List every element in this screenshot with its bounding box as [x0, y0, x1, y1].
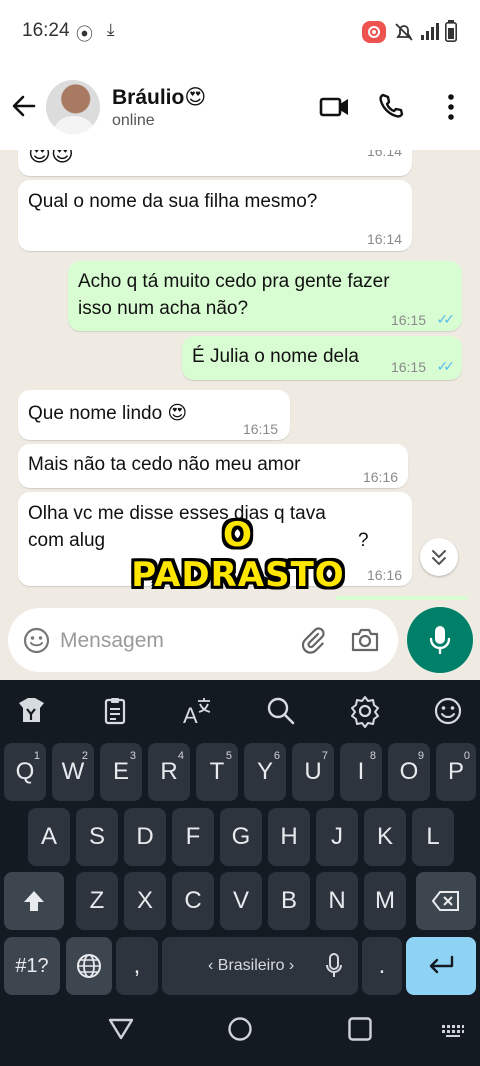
message-input[interactable]: Mensagem [8, 608, 398, 672]
phone-call-icon[interactable] [375, 90, 409, 124]
backspace-key[interactable] [416, 872, 476, 930]
key-a[interactable]: A [28, 808, 70, 866]
message-bubble-incoming[interactable]: 😍😍 16:14 [18, 150, 412, 176]
key-i[interactable]: 8I [340, 743, 382, 801]
read-receipt-icon: ✓✓ [436, 311, 456, 327]
key-h[interactable]: H [268, 808, 310, 866]
mute-bell-icon [395, 23, 413, 41]
battery-icon [445, 20, 457, 42]
scroll-to-bottom-button[interactable] [420, 538, 458, 576]
attach-icon[interactable] [299, 626, 327, 654]
backspace-icon [431, 891, 459, 911]
message-bubble-outgoing[interactable]: Acho q tá muito cedo pra gente fazer iss… [68, 261, 462, 331]
video-call-icon[interactable] [318, 90, 352, 124]
key-w[interactable]: 2W [52, 743, 94, 801]
message-time: 16:15 [242, 421, 278, 437]
avatar[interactable] [46, 80, 100, 134]
gear-icon[interactable] [348, 694, 382, 728]
clipboard-icon[interactable] [98, 694, 132, 728]
message-bubble-incoming[interactable]: Mais não ta cedo não meu amor 16:16 [18, 444, 408, 488]
shift-key[interactable] [4, 872, 64, 930]
read-receipt-icon: ✓✓ [436, 358, 456, 374]
microphone-icon[interactable] [325, 953, 343, 979]
key-z[interactable]: Z [76, 872, 118, 930]
search-icon[interactable] [264, 694, 298, 728]
key-t[interactable]: 5T [196, 743, 238, 801]
message-time: 16:14 [366, 150, 402, 159]
message-bubble-incoming[interactable]: Qual o nome da sua filha mesmo? 16:14 [18, 180, 412, 251]
key-k[interactable]: K [364, 808, 406, 866]
key-y[interactable]: 6Y [244, 743, 286, 801]
enter-arrow-icon [429, 955, 454, 974]
message-bubble-outgoing[interactable]: É Julia o nome dela 16:15 ✓✓ [182, 336, 462, 380]
key-f[interactable]: F [172, 808, 214, 866]
camera-icon[interactable] [350, 627, 380, 653]
signal-icon [421, 23, 439, 40]
key-n[interactable]: N [316, 872, 358, 930]
emoji-icon[interactable] [23, 627, 50, 654]
enter-key[interactable] [406, 937, 476, 995]
key-o[interactable]: 9O [388, 743, 430, 801]
key-u[interactable]: 7U [292, 743, 334, 801]
screen-record-icon: ⦿ [76, 25, 93, 44]
nav-back-icon[interactable] [107, 1016, 135, 1042]
message-placeholder: Mensagem [60, 629, 164, 652]
chat-header: Bráulio😍 online [0, 64, 480, 150]
key-q[interactable]: 1Q [4, 743, 46, 801]
key-g[interactable]: G [220, 808, 262, 866]
translate-icon[interactable]: A [180, 694, 214, 728]
record-indicator-icon [362, 21, 386, 43]
key-j[interactable]: J [316, 808, 358, 866]
key-e[interactable]: 3E [100, 743, 142, 801]
contact-name[interactable]: Bráulio😍 [112, 85, 206, 110]
keyboard: A 1Q 2W 3E 4R 5T 6Y 7U 8I 9O 0P A S D F … [0, 680, 480, 1066]
key-s[interactable]: S [76, 808, 118, 866]
space-bar-label: ‹ Brasileiro › [208, 957, 295, 974]
key-m[interactable]: M [364, 872, 406, 930]
contact-status: online [112, 112, 155, 129]
language-key[interactable] [66, 937, 112, 995]
symbols-key[interactable]: #1? [4, 937, 60, 995]
message-time: 16:15 [390, 359, 426, 375]
key-p[interactable]: 0P [436, 743, 476, 801]
key-r[interactable]: 4R [148, 743, 190, 801]
message-bubble-incoming[interactable]: Que nome lindo 😍 16:15 [18, 390, 290, 440]
key-l[interactable]: L [412, 808, 454, 866]
message-time: 16:16 [366, 567, 402, 583]
nav-recents-icon[interactable] [347, 1016, 373, 1042]
globe-icon [77, 954, 101, 978]
key-b[interactable]: B [268, 872, 310, 930]
status-time: 16:24 [22, 20, 70, 41]
message-time: 16:15 [390, 312, 426, 328]
svg-text:A: A [183, 703, 198, 728]
message-time: 16:14 [366, 231, 402, 247]
download-icon: ⤓ [107, 20, 115, 39]
keyboard-hide-icon[interactable] [441, 1024, 465, 1038]
key-x[interactable]: X [124, 872, 166, 930]
message-time: 16:16 [362, 469, 398, 485]
gboard-settings-icon[interactable] [14, 694, 48, 728]
comma-key[interactable]: , [116, 937, 158, 995]
status-bar: 16:24 ⦿ ⤓ [0, 0, 480, 64]
emoji-icon[interactable] [431, 694, 465, 728]
heart-eyes-emoji: 😍 [184, 86, 207, 109]
voice-message-button[interactable] [407, 607, 473, 673]
chat-area[interactable]: 😍😍 16:14 Qual o nome da sua filha mesmo?… [0, 150, 480, 610]
more-options-icon[interactable] [434, 90, 468, 124]
double-chevron-down-icon [432, 550, 446, 565]
microphone-icon [429, 626, 451, 655]
back-arrow-icon[interactable] [8, 86, 40, 126]
period-key[interactable]: . [362, 937, 402, 995]
shift-arrow-icon [24, 891, 44, 911]
space-bar[interactable]: ‹ Brasileiro › [162, 937, 358, 995]
nav-home-icon[interactable] [227, 1016, 253, 1042]
key-d[interactable]: D [124, 808, 166, 866]
video-caption-overlay: O PADRASTO [131, 515, 345, 595]
key-c[interactable]: C [172, 872, 214, 930]
composer-bar: Mensagem [0, 600, 480, 680]
key-v[interactable]: V [220, 872, 262, 930]
